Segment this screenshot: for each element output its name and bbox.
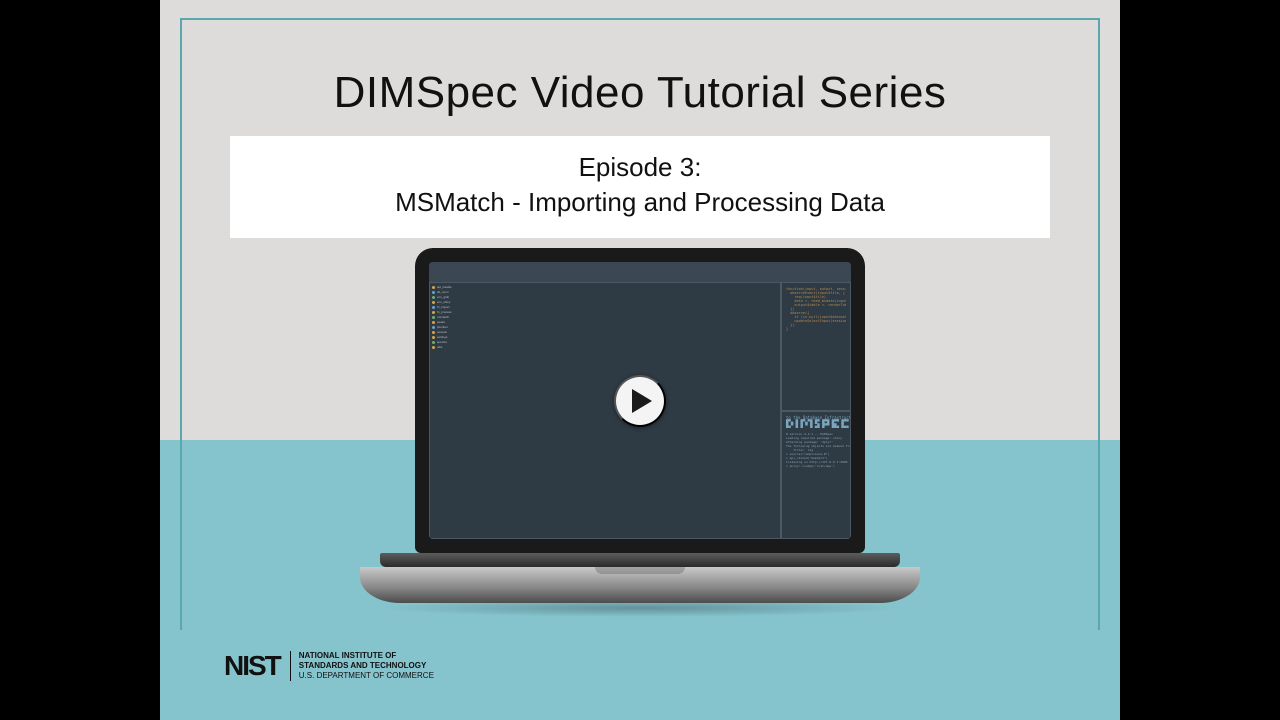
- ide-source-pane: function(input, output, session) { obser…: [781, 282, 851, 411]
- nist-logo-line1: NATIONAL INSTITUTE OF: [299, 651, 434, 661]
- laptop-graphic: function(input, output, session) { obser…: [380, 248, 900, 617]
- code-snippet: function(input, output, session) { obser…: [786, 287, 846, 331]
- nist-logo-mark: NIST: [224, 650, 280, 682]
- laptop-hinge: [380, 553, 900, 567]
- slide: DIMSpec Video Tutorial Series Episode 3:…: [160, 0, 1120, 720]
- dimspec-ascii-logo: █▀▄ █ █▀▄▀█ █▀ █▀█ █▀▀ █▀▀ █▄▀ █ █ ▀ █ ▄…: [786, 420, 846, 428]
- laptop-screen: function(input, output, session) { obser…: [429, 262, 851, 539]
- ide-environment-pane: api_handledb_connenv_globenv_shinyfn_imp…: [429, 282, 781, 539]
- laptop-lid: function(input, output, session) { obser…: [415, 248, 865, 553]
- ide-toolbar: [429, 262, 851, 282]
- nist-logo-text: NATIONAL INSTITUTE OF STANDARDS AND TECH…: [290, 651, 434, 681]
- play-button[interactable]: [614, 375, 666, 427]
- ide-console-pane: to the Database Infrastructure for Mass …: [781, 411, 851, 540]
- env-item: utils: [432, 345, 778, 350]
- laptop-base: [360, 567, 920, 603]
- play-icon: [631, 389, 653, 413]
- nist-logo-line3: U.S. DEPARTMENT OF COMMERCE: [299, 671, 434, 681]
- nist-logo: NIST NATIONAL INSTITUTE OF STANDARDS AND…: [224, 650, 434, 682]
- nist-logo-line2: STANDARDS AND TECHNOLOGY: [299, 661, 434, 671]
- console-output: R version 4.2.1 -- DIMSpec Loading requi…: [786, 432, 846, 468]
